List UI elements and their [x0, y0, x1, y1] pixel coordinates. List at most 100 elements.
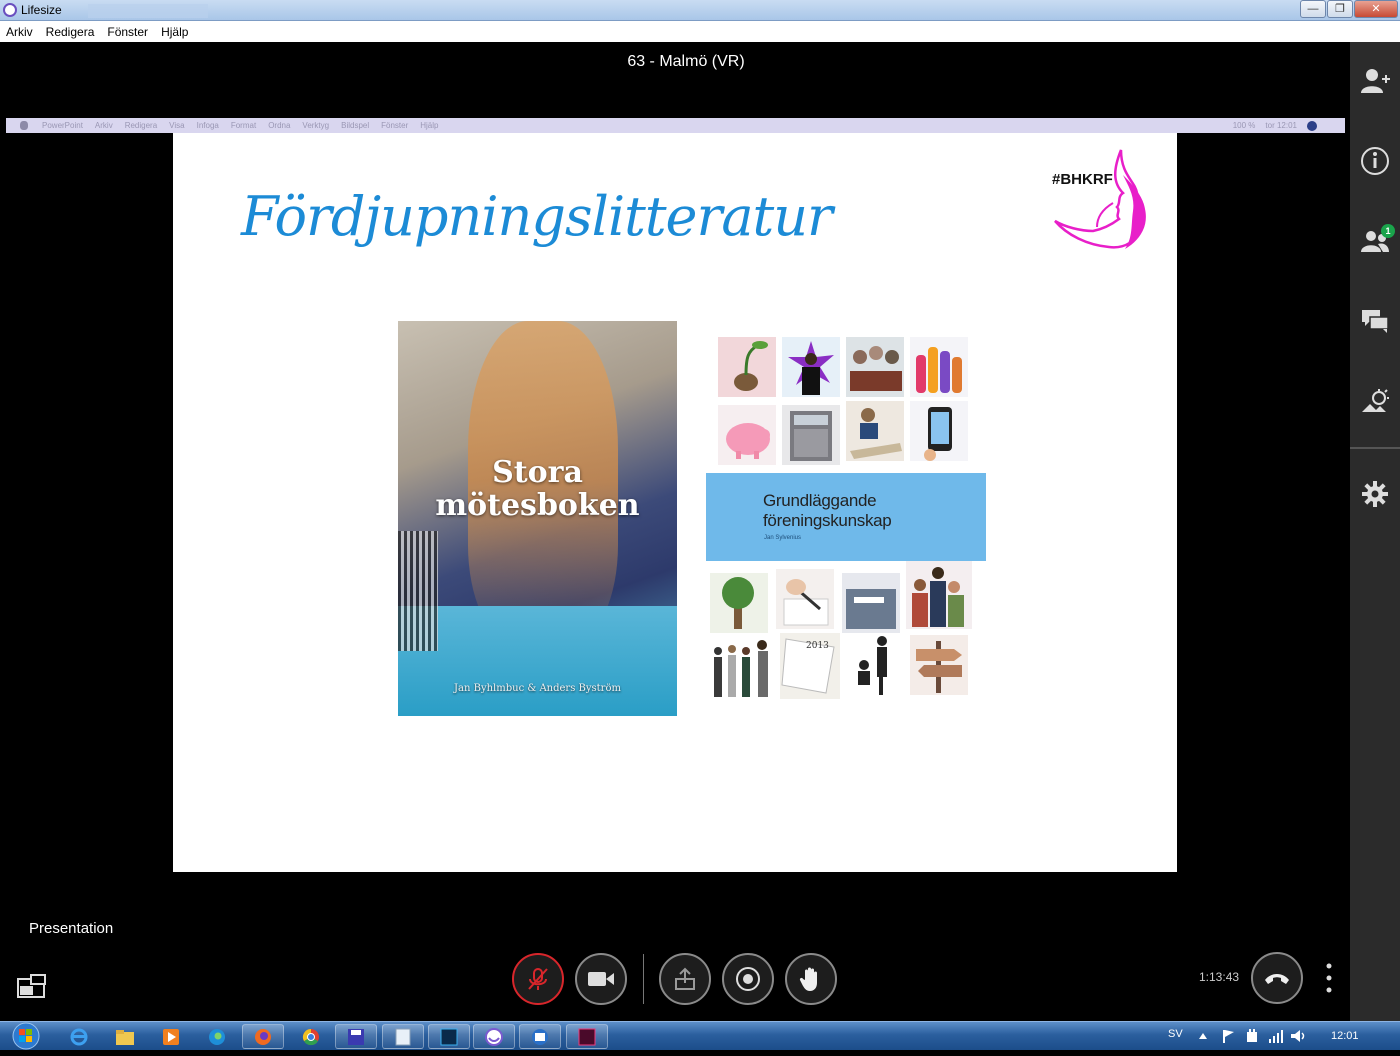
- folder-icon: [116, 1029, 134, 1045]
- photoshop-icon: [440, 1028, 458, 1045]
- participants-button[interactable]: 1: [1350, 216, 1400, 266]
- firefox-icon: [255, 1028, 271, 1045]
- book2-title-line2: föreningskunskap: [763, 511, 892, 530]
- book2-title: Grundläggande föreningskunskap: [763, 491, 892, 531]
- taskbar-lifesize[interactable]: [473, 1024, 515, 1049]
- tile-calculator: [782, 405, 840, 465]
- document-icon: [395, 1028, 411, 1045]
- apple-icon: [20, 121, 28, 130]
- start-button[interactable]: [6, 1022, 44, 1051]
- controls-divider: [643, 954, 644, 1004]
- raise-hand-button[interactable]: [785, 953, 837, 1005]
- windows-taskbar: SV 12:01: [0, 1021, 1400, 1050]
- system-tray: SV 12:01: [1140, 1022, 1400, 1051]
- shared-menu-item: Bildspel: [341, 121, 370, 130]
- camera-button[interactable]: [575, 953, 627, 1005]
- menu-hjalp[interactable]: Hjälp: [161, 25, 188, 39]
- taskbar-outlook[interactable]: [519, 1024, 561, 1049]
- window-title: Lifesize: [21, 3, 62, 17]
- book-cover-stora-motesboken: Stora mötesboken Jan Byhlmbuc & Anders B…: [398, 321, 677, 716]
- shared-menu-item: Redigera: [124, 121, 158, 130]
- tile-people-row: [710, 633, 776, 703]
- tile-tree: [710, 573, 768, 633]
- taskbar-notepad[interactable]: [382, 1024, 424, 1049]
- effects-bulb-icon: [1362, 389, 1389, 412]
- shared-screen-menubar: PowerPoint Arkiv Redigera Visa Infoga Fo…: [6, 118, 1345, 133]
- record-button[interactable]: [722, 953, 774, 1005]
- virtual-background-button[interactable]: [1350, 376, 1400, 426]
- shared-menu-item: Arkiv: [94, 121, 113, 130]
- show-hidden-icons-icon[interactable]: [1198, 1031, 1208, 1041]
- hang-up-button[interactable]: [1251, 952, 1303, 1004]
- cover-photo-notebook: [398, 531, 438, 651]
- shared-clock-text: tor 12:01: [1265, 121, 1297, 130]
- presentation-label: Presentation: [29, 920, 114, 937]
- chat-bubbles-icon: [1362, 310, 1389, 333]
- share-screen-button[interactable]: [659, 953, 711, 1005]
- book1-title: Stora mötesboken: [398, 456, 677, 522]
- book2-title-band: Grundläggande föreningskunskap Jan Sylve…: [706, 473, 986, 561]
- close-button[interactable]: ✕: [1354, 0, 1398, 18]
- shared-battery-text: 100 %: [1232, 121, 1256, 130]
- tile-star-person: [782, 337, 840, 397]
- profile-logo-icon: [1054, 149, 1146, 249]
- floppy-disk-icon: [348, 1028, 364, 1045]
- chat-button[interactable]: [1350, 296, 1400, 346]
- picture-in-picture-button[interactable]: [17, 974, 47, 1003]
- mute-microphone-button[interactable]: [512, 953, 564, 1005]
- taskbar-internet-explorer[interactable]: [58, 1024, 100, 1049]
- book1-title-line2: mötesboken: [435, 488, 640, 523]
- info-button[interactable]: [1350, 136, 1400, 186]
- menu-redigera[interactable]: Redigera: [46, 25, 95, 39]
- hang-up-phone-icon: [1265, 974, 1289, 984]
- book2-author: Jan Sylvenius: [764, 535, 802, 541]
- meeting-title: 63 - Malmö (VR): [627, 53, 745, 70]
- window-titlebar: Lifesize — ❐ ✕: [0, 0, 1400, 21]
- indesign-icon: [578, 1028, 596, 1045]
- add-participant-button[interactable]: [1350, 56, 1400, 106]
- user-avatar-icon: [1307, 121, 1317, 131]
- shared-menu-item: Hjälp: [420, 121, 439, 130]
- tile-proposal: [846, 629, 906, 699]
- lifesize-app-icon: [3, 3, 17, 17]
- language-indicator[interactable]: SV: [1168, 1028, 1183, 1040]
- presentation-slide: Fördjupningslitteratur #BHKRF Stora möte…: [173, 133, 1177, 872]
- network-signal-icon[interactable]: [1268, 1028, 1284, 1044]
- media-player-icon: [163, 1028, 179, 1045]
- taskbar-save-app[interactable]: [335, 1024, 377, 1049]
- action-center-flag-icon[interactable]: [1220, 1028, 1236, 1044]
- settings-button[interactable]: [1350, 469, 1400, 519]
- taskbar-indesign[interactable]: [566, 1024, 608, 1049]
- taskbar-clock[interactable]: 12:01: [1331, 1030, 1359, 1042]
- right-sidebar: 1: [1350, 42, 1400, 1021]
- tile-signpost: [910, 635, 968, 695]
- taskbar-photoshop[interactable]: [428, 1024, 470, 1049]
- windows-logo-icon: [12, 1022, 40, 1050]
- taskbar-firefox[interactable]: [242, 1024, 284, 1049]
- menu-fonster[interactable]: Fönster: [107, 25, 148, 39]
- record-icon: [736, 967, 760, 991]
- tile-ballot-box: [842, 573, 900, 633]
- power-plug-icon[interactable]: [1244, 1028, 1260, 1044]
- menu-bar: Arkiv Redigera Fönster Hjälp: [0, 21, 1400, 42]
- tile-sprout: [718, 337, 776, 397]
- book1-author: Jan Byhlmbuc & Anders Byström: [454, 683, 621, 694]
- menu-arkiv[interactable]: Arkiv: [6, 25, 33, 39]
- shared-status-area: 100 % tor 12:01: [1233, 121, 1327, 131]
- video-camera-icon: [588, 972, 614, 986]
- microphone-muted-icon: [528, 968, 548, 990]
- taskbar-edge[interactable]: [196, 1024, 238, 1049]
- participants-count-badge: 1: [1381, 224, 1395, 238]
- volume-icon[interactable]: [1290, 1028, 1308, 1044]
- tile-piggy-bank: [718, 405, 776, 465]
- taskbar-chrome[interactable]: [290, 1024, 332, 1049]
- edge-icon: [209, 1028, 225, 1045]
- taskbar-media-player[interactable]: [150, 1024, 192, 1049]
- maximize-button[interactable]: ❐: [1327, 0, 1353, 18]
- book1-title-line1: Stora: [492, 455, 583, 490]
- lifesize-icon: [485, 1027, 503, 1046]
- taskbar-file-explorer[interactable]: [104, 1024, 146, 1049]
- more-options-icon[interactable]: [1322, 960, 1336, 996]
- shared-menu-item: Infoga: [196, 121, 219, 130]
- minimize-button[interactable]: —: [1300, 0, 1326, 18]
